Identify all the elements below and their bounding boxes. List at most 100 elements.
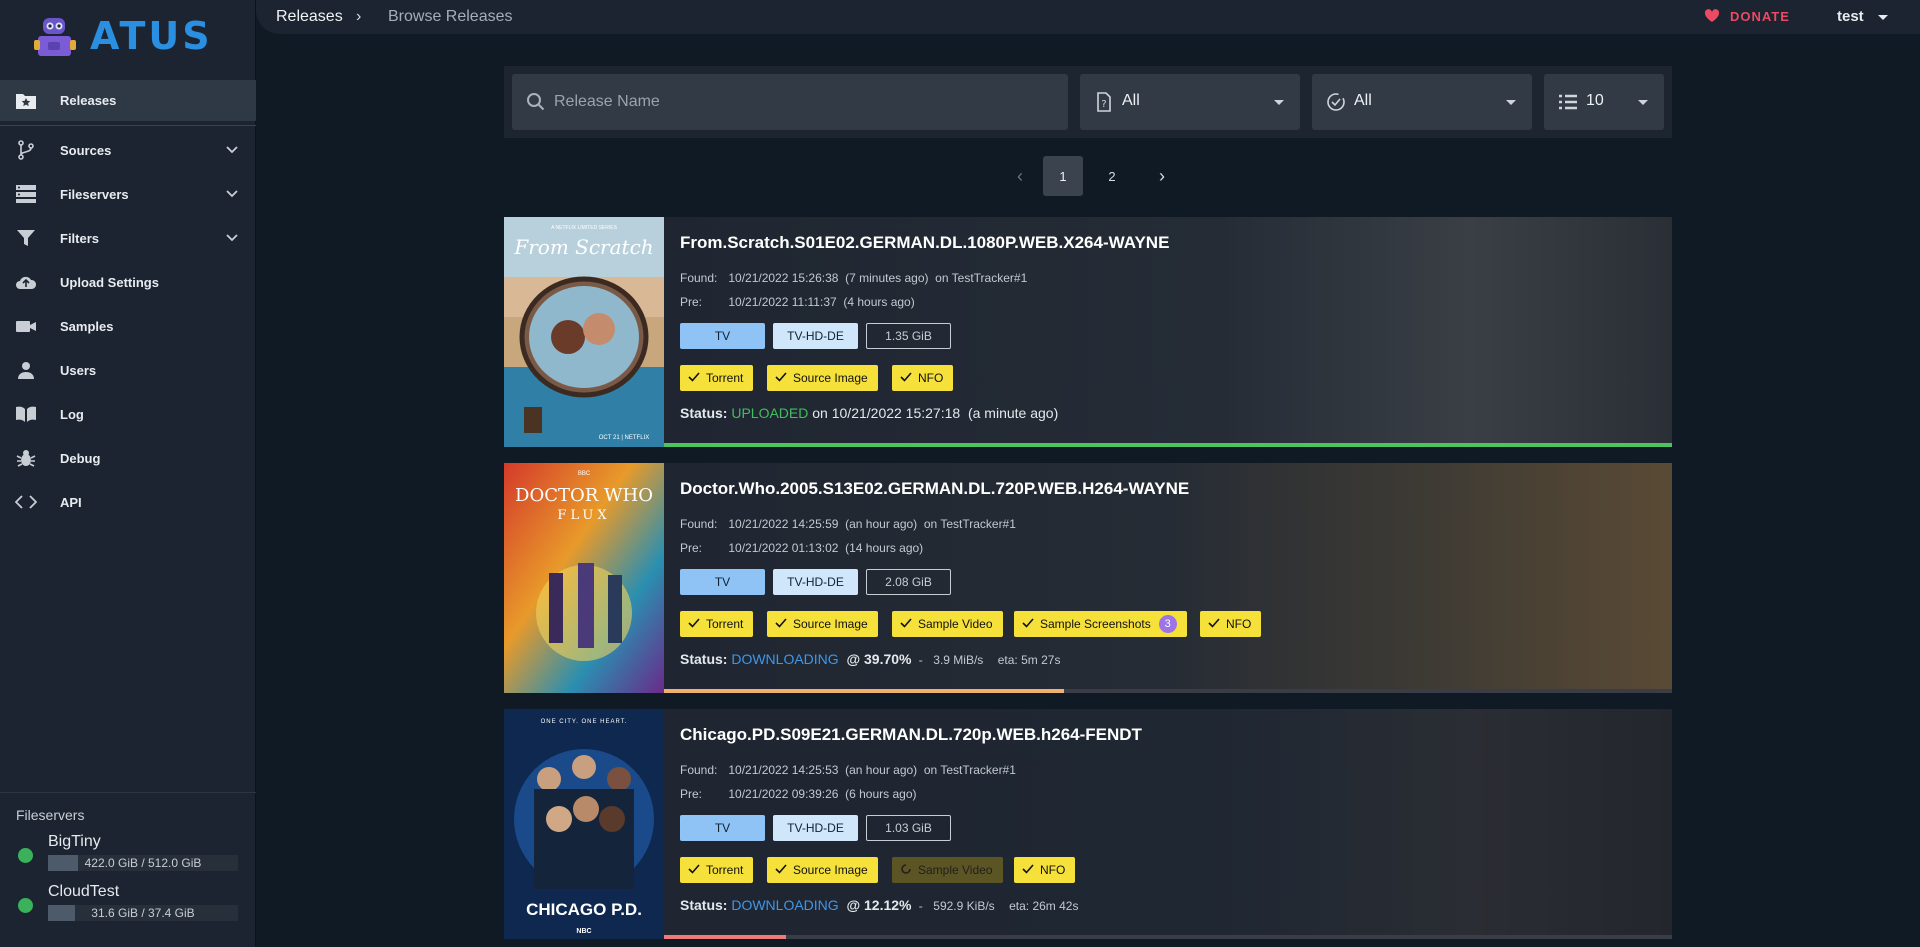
check-label: Sample Screenshots [1040,617,1151,631]
poster-network: NBC [576,928,591,935]
pre-date: 10/21/2022 11:11:37 [728,295,837,309]
sidebar-item-label: Upload Settings [60,274,159,290]
category-select-value: All [1122,92,1140,109]
fileserver-item[interactable]: CloudTest 31.6 GiB / 37.4 GiB [0,883,256,933]
sidebar-item-sources[interactable]: Sources [0,128,256,172]
category-select[interactable]: ? All [1080,74,1300,130]
found-label: Found: [680,517,718,531]
robot-logo-icon [34,18,76,56]
status-dot [18,848,33,863]
check-label: Sample Video [918,617,993,631]
sidebar-item-api[interactable]: API [0,480,256,524]
sidebar-item-samples[interactable]: Samples [0,304,256,348]
user-menu[interactable]: test [1837,8,1864,25]
breadcrumb-root[interactable]: Releases [276,8,343,26]
pre-relative: (6 hours ago) [845,787,917,801]
sidebar-item-filters[interactable]: Filters [0,216,256,260]
check-label: NFO [1226,617,1252,631]
sidebar-item-log[interactable]: Log [0,392,256,436]
check-label: Source Image [793,371,868,385]
search-box[interactable] [512,74,1068,130]
release-status: Status: DOWNLOADING @ 12.12% - 592.9 KiB… [680,897,1079,913]
sidebar-item-fileservers[interactable]: Fileservers [0,172,256,216]
sidebar-item-label: Releases [60,93,117,108]
sidebar-item-users[interactable]: Users [0,348,256,392]
release-title[interactable]: Chicago.PD.S09E21.GERMAN.DL.720p.WEB.h26… [680,725,1142,745]
check-icon [688,864,700,874]
poster-image: A NETFLIX LIMITED SERIES From Scratch OC… [504,217,664,447]
pagination-next-button[interactable]: › [1142,156,1182,196]
caret-down-icon [1638,100,1648,105]
check-torrent: Torrent [680,365,754,391]
sidebar-item-debug[interactable]: Debug [0,436,256,480]
status-dot [18,898,33,913]
search-icon [527,93,545,111]
release-card[interactable]: BBC DOCTOR WHO FLUX Doctor.Who.2005.S13E… [504,463,1672,693]
release-search-input[interactable] [554,74,1054,130]
check-icon [900,372,912,382]
pre-label: Pre: [680,787,703,801]
release-found-row: Found: 10/21/2022 14:25:59 (an hour ago)… [680,517,1016,531]
chevron-down-icon [226,190,238,198]
sidebar-item-label: Samples [60,318,114,334]
release-card[interactable]: ONE CITY. ONE HEART. CHICAGO P.D. NBC Ch… [504,709,1672,939]
size-badge: 1.03 GiB [866,815,951,841]
sidebar: ATUS Releases Sources Fileservers Filter… [0,0,256,947]
check-icon [900,618,912,628]
pre-label: Pre: [680,295,703,309]
status-select-value: All [1354,92,1372,109]
check-label: Source Image [793,617,868,631]
pagination-prev-button[interactable]: ‹ [1000,156,1040,196]
check-nfo: NFO [1014,857,1076,883]
status-value: UPLOADED [731,405,809,421]
category-badge: TV [680,815,765,841]
status-label: Status: [680,897,728,913]
status-value: DOWNLOADING [731,651,839,667]
on-label: on [923,517,938,531]
sidebar-item-releases[interactable]: Releases [0,80,256,121]
filter-bar: ? All All 10 [504,66,1672,138]
progress-bar [664,935,1672,939]
check-label: NFO [918,371,944,385]
check-label: Torrent [706,371,744,385]
check-torrent: Torrent [680,857,754,883]
release-title[interactable]: Doctor.Who.2005.S13E02.GERMAN.DL.720P.WE… [680,479,1189,499]
user-icon [18,362,34,379]
caret-down-icon[interactable] [1878,15,1888,20]
sidebar-item-label: Log [60,406,84,422]
release-found-row: Found: 10/21/2022 14:25:53 (an hour ago)… [680,763,1016,777]
found-relative: (7 minutes ago) [845,271,929,285]
check-icon [1022,864,1034,874]
check-torrent: Torrent [680,611,754,637]
status-label: Status: [680,651,728,667]
poster-tagline: A NETFLIX LIMITED SERIES [551,225,618,231]
per-page-select[interactable]: 10 [1544,74,1664,130]
clock-check-icon [1327,93,1345,111]
found-relative: (an hour ago) [845,763,918,777]
poster-network: BBC [578,471,591,477]
check-icon [775,372,787,382]
release-title[interactable]: From.Scratch.S01E02.GERMAN.DL.1080P.WEB.… [680,233,1169,253]
check-label: Sample Video [918,863,993,877]
check-icon [775,618,787,628]
check-label: NFO [1040,863,1066,877]
spinner-icon [901,864,911,874]
fileserver-usage-text: 31.6 GiB / 37.4 GiB [91,906,195,920]
app-logo[interactable]: ATUS [34,14,224,58]
sidebar-item-upload-settings[interactable]: Upload Settings [0,260,256,304]
book-icon [16,406,36,422]
code-icon [15,495,37,509]
poster-title: DOCTOR WHO [515,485,653,506]
fileserver-item[interactable]: BigTiny 422.0 GiB / 512.0 GiB [0,833,256,883]
on-label: on [923,763,938,777]
pagination-page-2[interactable]: 2 [1092,156,1132,196]
status-select[interactable]: All [1312,74,1532,130]
donate-button[interactable]: DONATE [1730,9,1790,24]
fileserver-usage-text: 422.0 GiB / 512.0 GiB [84,856,202,870]
pagination-page-1[interactable]: 1 [1043,156,1083,196]
progress-fill [664,443,1672,447]
download-speed: 3.9 MiB/s [933,653,984,667]
release-pre-row: Pre: 10/21/2022 11:11:37 (4 hours ago) [680,295,915,309]
release-card[interactable]: A NETFLIX LIMITED SERIES From Scratch OC… [504,217,1672,447]
release-found-row: Found: 10/21/2022 15:26:38 (7 minutes ag… [680,271,1027,285]
